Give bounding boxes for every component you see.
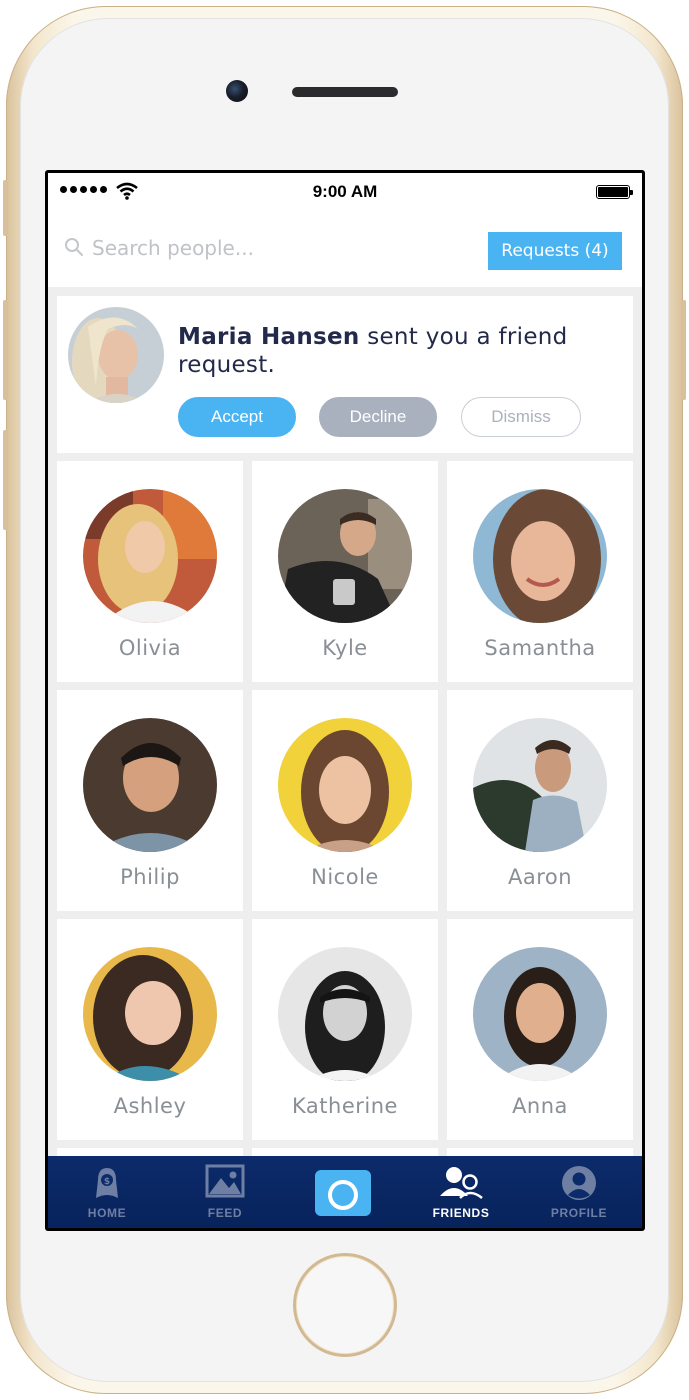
avatar (473, 718, 607, 852)
friend-name: Anna (512, 1094, 568, 1118)
friend-tile-olivia[interactable]: Olivia (57, 461, 243, 682)
dismiss-button[interactable]: Dismiss (461, 397, 581, 437)
tab-home[interactable]: $ HOME (48, 1156, 166, 1228)
side-button (3, 430, 8, 530)
friend-name: Olivia (118, 636, 182, 660)
camera-icon (328, 1173, 358, 1210)
image-icon (205, 1164, 245, 1198)
home-button[interactable] (293, 1253, 397, 1357)
svg-text:$: $ (104, 1177, 110, 1187)
friends-icon (440, 1167, 483, 1199)
friend-name: Ashley (113, 1094, 187, 1118)
avatar (83, 718, 217, 852)
avatar (83, 489, 217, 623)
app-screen: 9:00 AM Requests (4) (48, 173, 642, 1228)
friend-name: Nicole (311, 865, 379, 889)
tab-label: HOME (87, 1206, 127, 1220)
side-button (3, 300, 8, 400)
tab-label: FRIENDS (432, 1206, 490, 1220)
accept-button[interactable]: Accept (178, 397, 296, 437)
avatar (83, 947, 217, 1081)
friend-tile-aaron[interactable]: Aaron (447, 690, 633, 911)
friend-tile-anna[interactable]: Anna (447, 919, 633, 1140)
speaker-grille (292, 87, 398, 97)
avatar (278, 947, 412, 1081)
camera-button[interactable] (315, 1170, 371, 1216)
friend-tile-ashley[interactable]: Ashley (57, 919, 243, 1140)
side-button (681, 300, 686, 400)
tab-label: PROFILE (550, 1206, 608, 1220)
tab-feed[interactable]: FEED (166, 1156, 284, 1228)
friend-name: Philip (120, 865, 180, 889)
requests-button[interactable]: Requests (4) (488, 232, 622, 270)
friend-tile-nicole[interactable]: Nicole (252, 690, 438, 911)
avatar (278, 489, 412, 623)
friend-name: Kyle (322, 636, 368, 660)
avatar (473, 947, 607, 1081)
search-input[interactable] (92, 229, 392, 267)
friend-tile-katherine[interactable]: Katherine (252, 919, 438, 1140)
side-button (3, 180, 8, 236)
tab-label: FEED (207, 1206, 243, 1220)
friend-request-message: Maria Hansen sent you a friend request. (178, 323, 598, 379)
friend-tile-samantha[interactable]: Samantha (447, 461, 633, 682)
friend-request-card: Maria Hansen sent you a friend request. … (57, 296, 633, 453)
friend-name: Aaron (507, 865, 573, 889)
friend-tile-kyle[interactable]: Kyle (252, 461, 438, 682)
friend-name: Samantha (484, 636, 596, 660)
tab-profile[interactable]: PROFILE (520, 1156, 638, 1228)
friend-name: Katherine (292, 1094, 398, 1118)
search-icon (65, 238, 83, 256)
avatar (278, 718, 412, 852)
friend-tile-philip[interactable]: Philip (57, 690, 243, 911)
user-circle-icon (562, 1166, 596, 1200)
search-bar: Requests (4) (48, 209, 642, 287)
tab-bar: $ HOME FEED FRIENDS PROFILE (48, 1156, 642, 1228)
avatar (68, 307, 164, 403)
tab-friends[interactable]: FRIENDS (402, 1156, 520, 1228)
front-camera (226, 80, 248, 102)
decline-button[interactable]: Decline (319, 397, 437, 437)
request-sender-name[interactable]: Maria Hansen (178, 324, 360, 350)
piggy-bank-icon: $ (96, 1168, 118, 1198)
status-time: 9:00 AM (312, 182, 378, 201)
avatar (473, 489, 607, 623)
battery-icon (596, 185, 633, 199)
screen: 9:00 AM Requests (4) (45, 170, 645, 1231)
status-bar: 9:00 AM (48, 173, 642, 209)
